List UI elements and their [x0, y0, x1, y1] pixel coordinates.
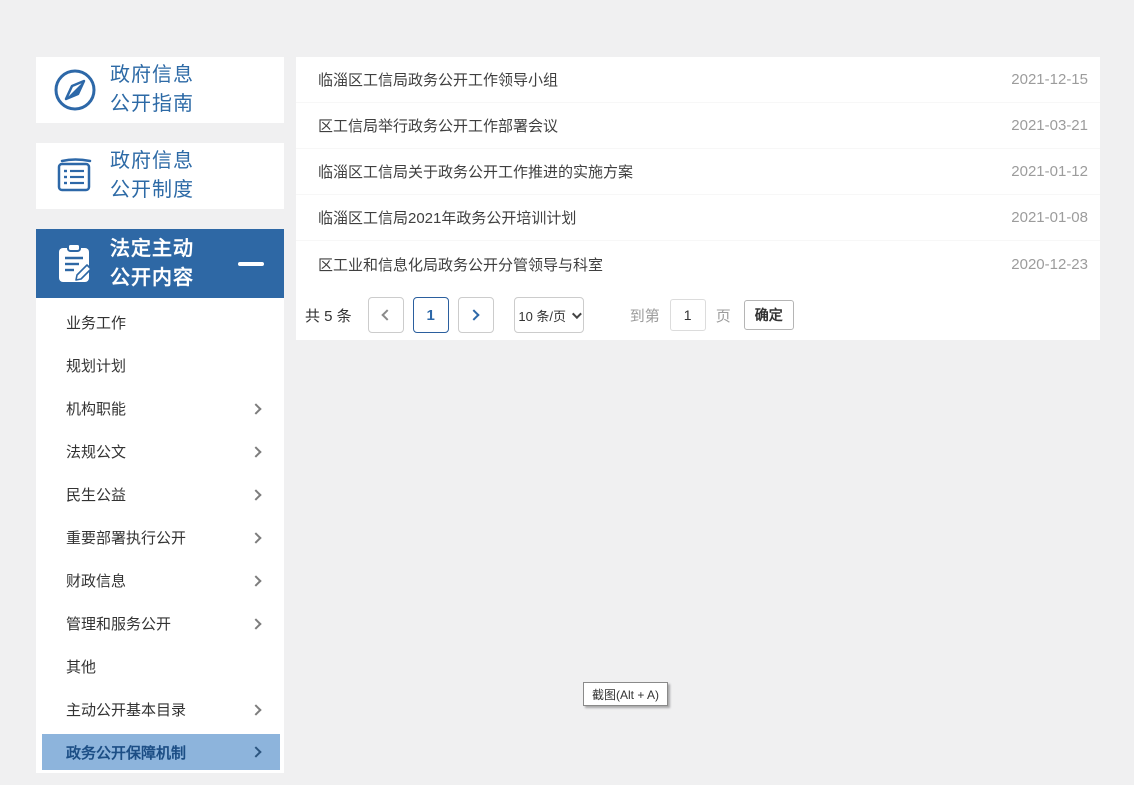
sidebar-block-label: 政府信息 公开制度: [110, 147, 194, 205]
sidebar: 政府信息 公开指南 政府信息 公开制度: [36, 57, 284, 773]
sidebar-item-business-work[interactable]: 业务工作: [36, 301, 284, 344]
prev-page-button[interactable]: [368, 297, 404, 333]
sidebar-item-org-functions[interactable]: 机构职能: [36, 387, 284, 430]
chevron-left-icon: [382, 309, 393, 320]
chevron-right-icon: [250, 532, 261, 543]
goto-page-prefix-label: 到第: [630, 305, 660, 326]
article-date: 2020-12-23: [1011, 256, 1088, 273]
article-row[interactable]: 临淄区工信局关于政务公开工作推进的实施方案 2021-01-12: [296, 149, 1100, 195]
sidebar-item-management-service[interactable]: 管理和服务公开: [36, 602, 284, 645]
article-row[interactable]: 临淄区工信局政务公开工作领导小组 2021-12-15: [296, 57, 1100, 103]
screenshot-tooltip: 截图(Alt + A): [583, 682, 668, 706]
article-date: 2021-01-08: [1011, 209, 1088, 226]
sidebar-item-planning[interactable]: 规划计划: [36, 344, 284, 387]
collapse-minus-icon: [238, 262, 264, 266]
sidebar-item-other[interactable]: 其他: [36, 645, 284, 688]
confirm-button[interactable]: 确定: [744, 300, 794, 330]
article-row[interactable]: 临淄区工信局2021年政务公开培训计划 2021-01-08: [296, 195, 1100, 241]
sidebar-block-gov-info-system[interactable]: 政府信息 公开制度: [36, 143, 284, 209]
chevron-right-icon: [250, 618, 261, 629]
compass-icon: [52, 67, 98, 113]
sidebar-block-label: 法定主动 公开内容: [110, 235, 194, 293]
article-date: 2021-03-21: [1011, 117, 1088, 134]
sidebar-item-regulations[interactable]: 法规公文: [36, 430, 284, 473]
chevron-right-icon: [250, 446, 261, 457]
sidebar-item-safeguard-mechanism[interactable]: 政务公开保障机制: [42, 734, 280, 770]
screenshot-tooltip-label: 截图(Alt + A): [592, 686, 659, 703]
chevron-right-icon: [250, 489, 261, 500]
notebook-icon: [52, 153, 98, 199]
article-row[interactable]: 区工业和信息化局政务公开分管领导与科室 2020-12-23: [296, 241, 1100, 287]
clipboard-pencil-icon: [52, 241, 98, 287]
article-date: 2021-01-12: [1011, 163, 1088, 180]
chevron-right-icon: [250, 575, 261, 586]
sidebar-item-fiscal-info[interactable]: 财政信息: [36, 559, 284, 602]
sidebar-block-statutory-disclosure[interactable]: 法定主动 公开内容: [36, 229, 284, 298]
article-title-link[interactable]: 临淄区工信局2021年政务公开培训计划: [318, 207, 576, 228]
sidebar-block-label: 政府信息 公开指南: [110, 61, 194, 119]
page-number-button[interactable]: 1: [413, 297, 449, 333]
article-title-link[interactable]: 区工信局举行政务公开工作部署会议: [318, 115, 558, 136]
pagination-bar: 共 5 条 1 10 条/页 到第 页 确定: [296, 297, 1100, 333]
sidebar-item-public-welfare[interactable]: 民生公益: [36, 473, 284, 516]
chevron-right-icon: [250, 746, 261, 757]
chevron-right-icon: [469, 309, 480, 320]
chevron-down-icon: [572, 309, 582, 319]
goto-page-suffix-label: 页: [716, 305, 731, 326]
article-row[interactable]: 区工信局举行政务公开工作部署会议 2021-03-21: [296, 103, 1100, 149]
article-title-link[interactable]: 临淄区工信局关于政务公开工作推进的实施方案: [318, 161, 633, 182]
chevron-right-icon: [250, 704, 261, 715]
pagination-total: 共 5 条: [305, 305, 352, 326]
chevron-right-icon: [250, 403, 261, 414]
article-list: 临淄区工信局政务公开工作领导小组 2021-12-15 区工信局举行政务公开工作…: [296, 57, 1100, 287]
sidebar-nav-list: 业务工作 规划计划 机构职能 法规公文 民生公益 重要部署执行公开 财政信息 管…: [36, 298, 284, 773]
goto-page-input[interactable]: [670, 299, 706, 331]
article-date: 2021-12-15: [1011, 71, 1088, 88]
sidebar-block-gov-info-guide[interactable]: 政府信息 公开指南: [36, 57, 284, 123]
page-size-select[interactable]: 10 条/页: [514, 297, 584, 333]
next-page-button[interactable]: [458, 297, 494, 333]
sidebar-item-basic-catalog[interactable]: 主动公开基本目录: [36, 688, 284, 731]
sidebar-item-key-deployment[interactable]: 重要部署执行公开: [36, 516, 284, 559]
article-list-panel: 临淄区工信局政务公开工作领导小组 2021-12-15 区工信局举行政务公开工作…: [296, 57, 1100, 340]
article-title-link[interactable]: 临淄区工信局政务公开工作领导小组: [318, 69, 558, 90]
article-title-link[interactable]: 区工业和信息化局政务公开分管领导与科室: [318, 254, 603, 275]
